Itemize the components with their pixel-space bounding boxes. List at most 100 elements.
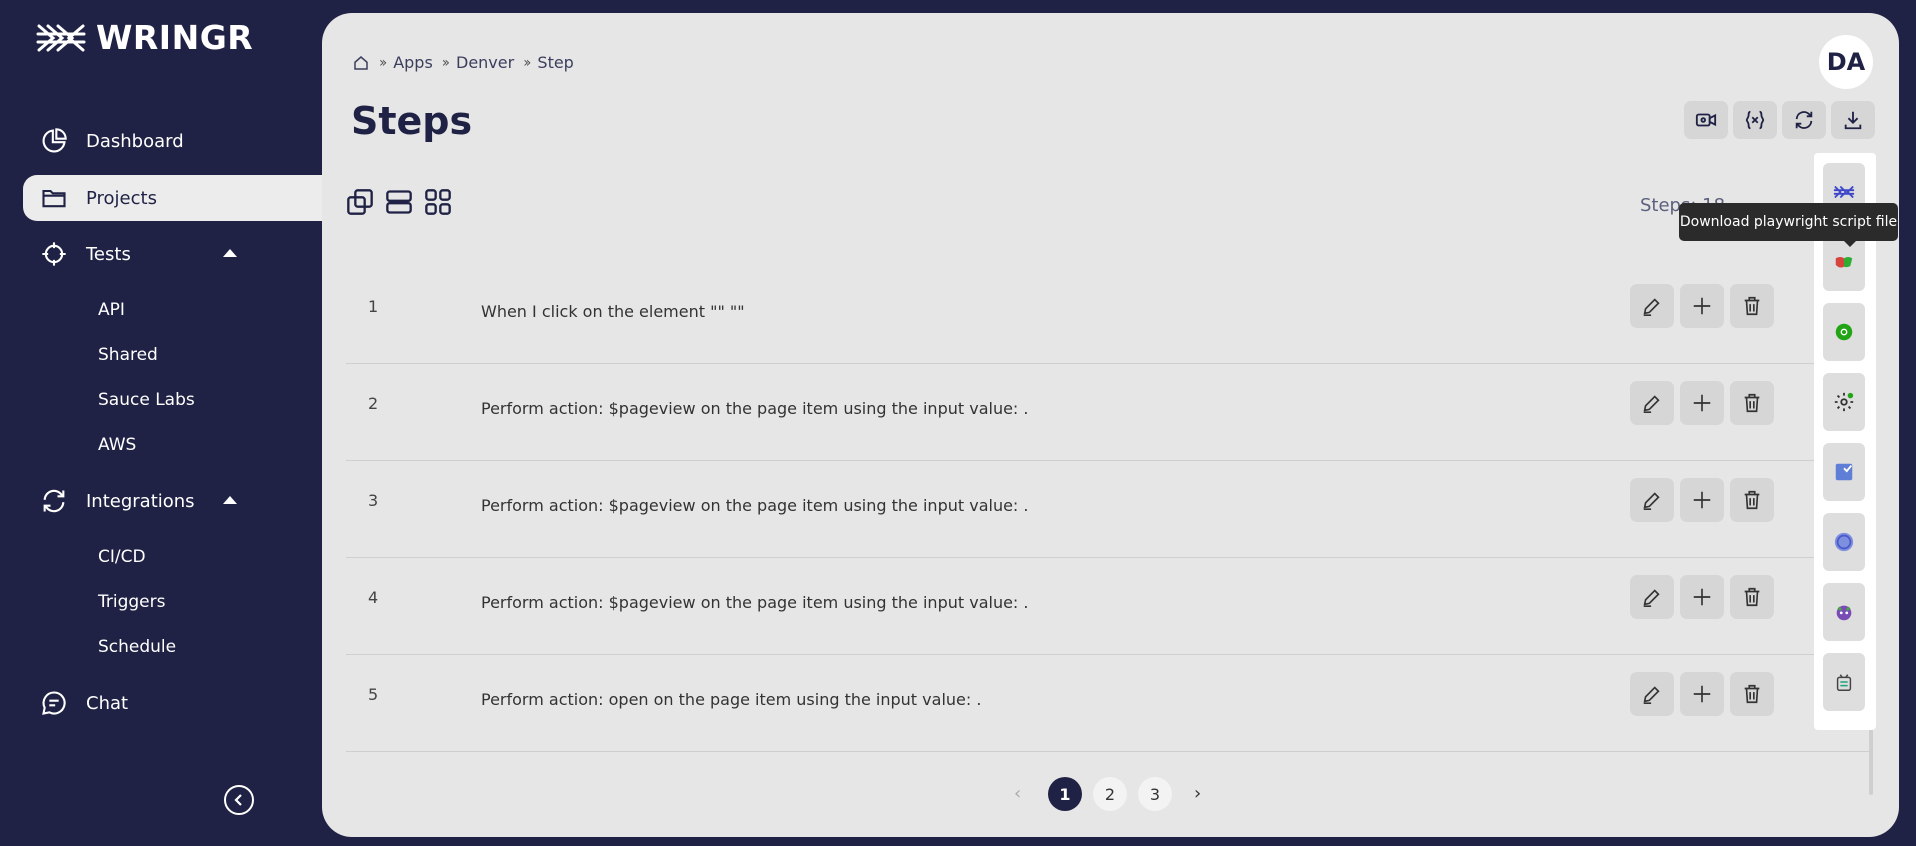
refresh-icon: [1795, 111, 1813, 129]
step-number: 5: [368, 685, 379, 704]
trash-icon: [1744, 684, 1760, 704]
breadcrumb-denver[interactable]: Denver: [456, 53, 514, 72]
double-chevron-icon: ››: [441, 54, 450, 71]
sidebar-item-integrations[interactable]: Integrations: [23, 478, 322, 524]
edit-step-button[interactable]: [1630, 381, 1674, 425]
add-step-button[interactable]: [1680, 381, 1724, 425]
download-cucumber-script-button[interactable]: [1823, 303, 1865, 361]
trash-icon: [1744, 296, 1760, 316]
bot-face-icon: [1836, 674, 1852, 691]
edit-step-button[interactable]: [1630, 284, 1674, 328]
sidebar-item-label: Tests: [86, 243, 131, 265]
plus-icon: [1693, 491, 1711, 509]
breadcrumb-apps[interactable]: Apps: [393, 53, 433, 72]
collapse-sidebar-button[interactable]: [224, 785, 254, 815]
sidebar-subitem-shared[interactable]: Shared: [98, 345, 158, 365]
chevron-up-icon: [223, 496, 237, 504]
double-chevron-icon: ››: [523, 54, 531, 71]
step-text: When I click on the element "" "": [481, 302, 745, 321]
sidebar-item-tests[interactable]: Tests: [23, 231, 322, 277]
add-step-button[interactable]: [1680, 575, 1724, 619]
step-text: Perform action: $pageview on the page it…: [481, 496, 1029, 515]
breadcrumb: ›› Apps ›› Denver ›› Step: [352, 53, 574, 72]
step-number: 4: [368, 588, 379, 607]
page-2-button[interactable]: 2: [1093, 777, 1127, 811]
sidebar-subitem-aws[interactable]: AWS: [98, 435, 136, 455]
sidebar-item-label: Integrations: [86, 490, 195, 512]
cucumber-icon: [1835, 323, 1853, 341]
trash-icon: [1744, 587, 1760, 607]
table-row: 4 Perform action: $pageview on the page …: [346, 558, 1872, 655]
video-camera-icon: [1695, 113, 1717, 127]
record-video-button[interactable]: [1684, 101, 1728, 139]
sidebar-item-dashboard[interactable]: Dashboard: [23, 118, 322, 164]
delete-step-button[interactable]: [1730, 672, 1774, 716]
download-katalon-script-button[interactable]: [1823, 653, 1865, 711]
delete-step-button[interactable]: [1730, 284, 1774, 328]
plus-icon: [1693, 685, 1711, 703]
refresh-icon: [43, 489, 65, 513]
sidebar-subitem-schedule[interactable]: Schedule: [98, 637, 176, 657]
sidebar-subitem-triggers[interactable]: Triggers: [98, 592, 166, 612]
sidebar-subitem-sauce-labs[interactable]: Sauce Labs: [98, 390, 195, 410]
step-text: Perform action: $pageview on the page it…: [481, 593, 1029, 612]
sidebar-subitem-cicd[interactable]: CI/CD: [98, 547, 146, 567]
delete-step-button[interactable]: [1730, 381, 1774, 425]
page-3-button[interactable]: 3: [1138, 777, 1172, 811]
edit-step-button[interactable]: [1630, 575, 1674, 619]
variables-button[interactable]: [1733, 101, 1777, 139]
sidebar-item-chat[interactable]: Chat: [23, 680, 322, 726]
next-page-button[interactable]: ›: [1194, 783, 1201, 804]
sidebar-item-label: Dashboard: [86, 130, 184, 152]
plus-icon: [1693, 394, 1711, 412]
step-number: 3: [368, 491, 379, 510]
download-settings-script-button[interactable]: [1823, 373, 1865, 431]
trash-icon: [1744, 393, 1760, 413]
home-icon[interactable]: [352, 54, 370, 72]
edit-pencil-icon: [1643, 686, 1660, 704]
download-button[interactable]: [1831, 101, 1875, 139]
table-row: 1 When I click on the element "" "": [346, 267, 1872, 364]
download-selenium-script-button[interactable]: [1823, 443, 1865, 501]
page-1-button[interactable]: 1: [1048, 777, 1082, 811]
list-view-icon[interactable]: [385, 188, 413, 216]
page-title: Steps: [351, 99, 473, 143]
brand-logo[interactable]: WRINGR: [36, 18, 253, 57]
edit-pencil-icon: [1643, 395, 1660, 413]
copy-view-icon[interactable]: [346, 188, 374, 216]
trash-icon: [1744, 490, 1760, 510]
edit-pencil-icon: [1643, 589, 1660, 607]
add-step-button[interactable]: [1680, 672, 1724, 716]
brand-name: WRINGR: [96, 18, 254, 57]
cypress-icon: [1834, 532, 1854, 552]
edit-step-button[interactable]: [1630, 672, 1674, 716]
edit-pencil-icon: [1643, 298, 1660, 316]
steps-list: 1 When I click on the element "" "" 2 Pe…: [346, 267, 1872, 752]
edit-pencil-icon: [1643, 492, 1660, 510]
add-step-button[interactable]: [1680, 284, 1724, 328]
prev-page-button[interactable]: ‹: [1014, 783, 1021, 804]
grid-view-icon[interactable]: [424, 188, 452, 216]
refresh-button[interactable]: [1782, 101, 1826, 139]
delete-step-button[interactable]: [1730, 478, 1774, 522]
plus-icon: [1693, 588, 1711, 606]
sidebar-subitem-api[interactable]: API: [98, 300, 125, 320]
delete-step-button[interactable]: [1730, 575, 1774, 619]
download-icon: [1844, 111, 1862, 130]
step-text: Perform action: open on the page item us…: [481, 690, 982, 709]
avatar[interactable]: DA: [1819, 35, 1873, 89]
download-cypress-script-button[interactable]: [1823, 513, 1865, 571]
breadcrumb-step: Step: [537, 53, 574, 72]
sidebar: WRINGR Dashboard Projects Tests API Shar…: [0, 0, 322, 846]
chevron-left-icon: [234, 794, 242, 806]
wringr-logo-icon: [1833, 185, 1855, 199]
sidebar-item-projects[interactable]: Projects: [23, 175, 322, 221]
main-panel: ›› Apps ›› Denver ›› Step Steps DA Steps…: [322, 13, 1899, 837]
edit-step-button[interactable]: [1630, 478, 1674, 522]
chevron-up-icon: [223, 249, 237, 257]
add-step-button[interactable]: [1680, 478, 1724, 522]
double-chevron-icon: ››: [379, 54, 387, 71]
gear-icon: [1834, 392, 1854, 412]
sidebar-item-label: Projects: [86, 187, 157, 209]
download-robot-script-button[interactable]: [1823, 583, 1865, 641]
